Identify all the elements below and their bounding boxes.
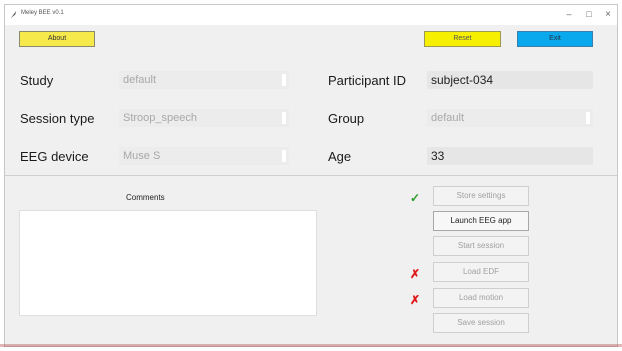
eeg-device-value: Muse S — [123, 150, 161, 162]
study-label: Study — [20, 73, 54, 88]
comments-textarea[interactable] — [19, 210, 317, 316]
reset-button[interactable]: Reset — [424, 31, 501, 47]
save-session-button[interactable]: Save session — [433, 313, 529, 333]
session-type-select[interactable]: Stroop_speech — [119, 109, 289, 127]
about-button[interactable]: About — [19, 31, 95, 47]
session-type-label: Session type — [20, 111, 95, 126]
dropdown-handle-icon — [282, 150, 286, 162]
dropdown-handle-icon — [282, 112, 286, 124]
bottom-edge — [0, 344, 622, 347]
load-edf-button[interactable]: Load EDF — [433, 262, 529, 282]
group-value: default — [431, 112, 465, 124]
session-type-value: Stroop_speech — [123, 112, 197, 124]
eeg-device-label: EEG device — [20, 149, 89, 164]
start-session-button[interactable]: Start session — [433, 236, 529, 256]
launch-eeg-app-button[interactable]: Launch EEG app — [433, 211, 529, 231]
study-select[interactable]: default — [119, 71, 289, 89]
dropdown-handle-icon — [586, 112, 590, 124]
group-label: Group — [328, 111, 365, 126]
feather-icon — [10, 10, 17, 19]
comments-label: Comments — [126, 193, 165, 202]
group-select[interactable]: default — [427, 109, 593, 127]
eeg-device-select[interactable]: Muse S — [119, 147, 289, 165]
title-bar: Meley BEE v0.1 – □ × — [5, 5, 617, 25]
close-button[interactable]: × — [600, 7, 616, 22]
load-motion-button[interactable]: Load motion — [433, 288, 529, 308]
age-field[interactable]: 33 — [427, 147, 593, 165]
participant-id-label: Participant ID — [328, 73, 407, 88]
dropdown-handle-icon — [282, 74, 286, 86]
age-label: Age — [328, 149, 352, 164]
exit-button[interactable]: Exit — [517, 31, 593, 47]
maximize-button[interactable]: □ — [581, 7, 597, 22]
load-edf-status-cross-icon: ✗ — [410, 267, 421, 281]
study-value: default — [123, 74, 157, 86]
app-window: Meley BEE v0.1 – □ × About Reset Exit St… — [4, 4, 618, 347]
store-settings-status-check-icon: ✓ — [410, 191, 421, 205]
participant-id-field[interactable]: subject-034 — [427, 71, 593, 89]
window-title: Meley BEE v0.1 — [21, 10, 64, 16]
store-settings-button[interactable]: Store settings — [433, 186, 529, 206]
minimize-button[interactable]: – — [561, 7, 577, 22]
section-divider — [5, 175, 617, 176]
load-motion-status-cross-icon: ✗ — [410, 293, 421, 307]
